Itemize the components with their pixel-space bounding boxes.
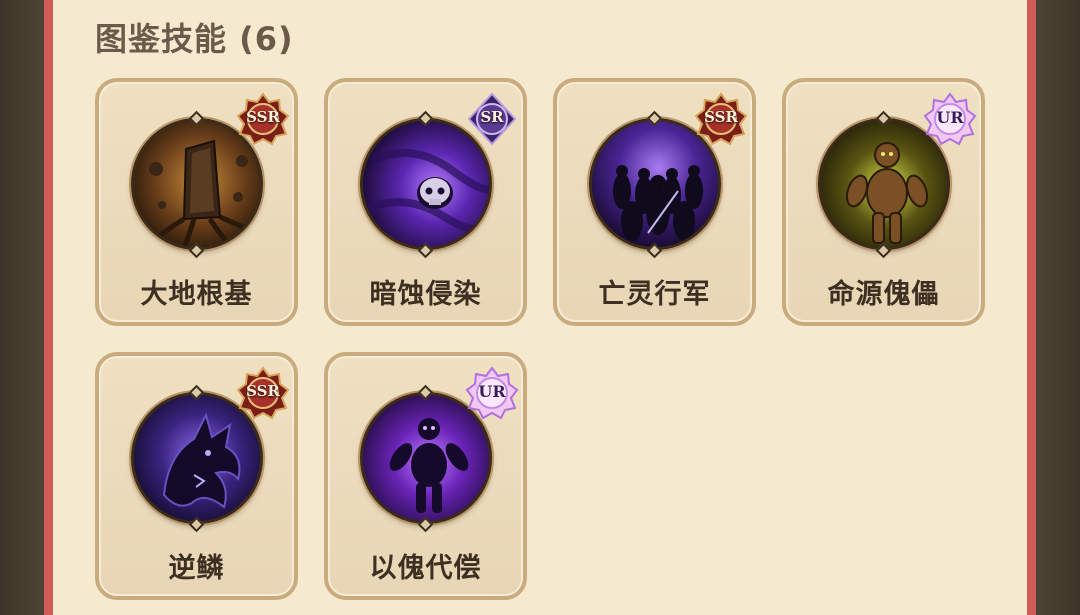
rarity-badge-ur: UR (923, 92, 977, 146)
skill-name: 亡灵行军 (598, 279, 711, 310)
section-title: 图鉴技能 (6) (95, 20, 294, 58)
skill-card-puppet-compensation[interactable]: UR 以傀代偿 (324, 352, 527, 600)
rarity-label: UR (478, 382, 506, 401)
skill-name: 以傀代偿 (369, 553, 482, 584)
rarity-badge-ur: UR (465, 366, 519, 420)
rarity-label: SSR (704, 108, 738, 126)
skill-name: 命源傀儡 (827, 279, 940, 310)
rarity-badge-ssr: SSR (236, 366, 290, 420)
rarity-badge-sr: SR (465, 92, 519, 146)
skill-card-earth-foundation[interactable]: SSR 大地根基 (95, 78, 298, 326)
frame-left-border (0, 0, 44, 615)
rarity-label: SSR (246, 382, 280, 400)
skill-name: 逆鳞 (168, 553, 225, 584)
skill-card-life-puppet[interactable]: UR 命源傀儡 (782, 78, 985, 326)
skill-card-dark-erosion[interactable]: SR 暗蚀侵染 (324, 78, 527, 326)
rarity-badge-ssr: SSR (236, 92, 290, 146)
skill-name: 大地根基 (140, 279, 253, 310)
skill-card-reverse-scale[interactable]: SSR 逆鳞 (95, 352, 298, 600)
rarity-badge-ssr: SSR (694, 92, 748, 146)
skill-card-undead-march[interactable]: SSR 亡灵行军 (553, 78, 756, 326)
rarity-label: UR (936, 108, 964, 127)
rarity-label: SSR (246, 108, 280, 126)
rarity-label: SR (480, 108, 504, 126)
skill-name: 暗蚀侵染 (369, 279, 482, 310)
frame-right-border (1036, 0, 1080, 615)
